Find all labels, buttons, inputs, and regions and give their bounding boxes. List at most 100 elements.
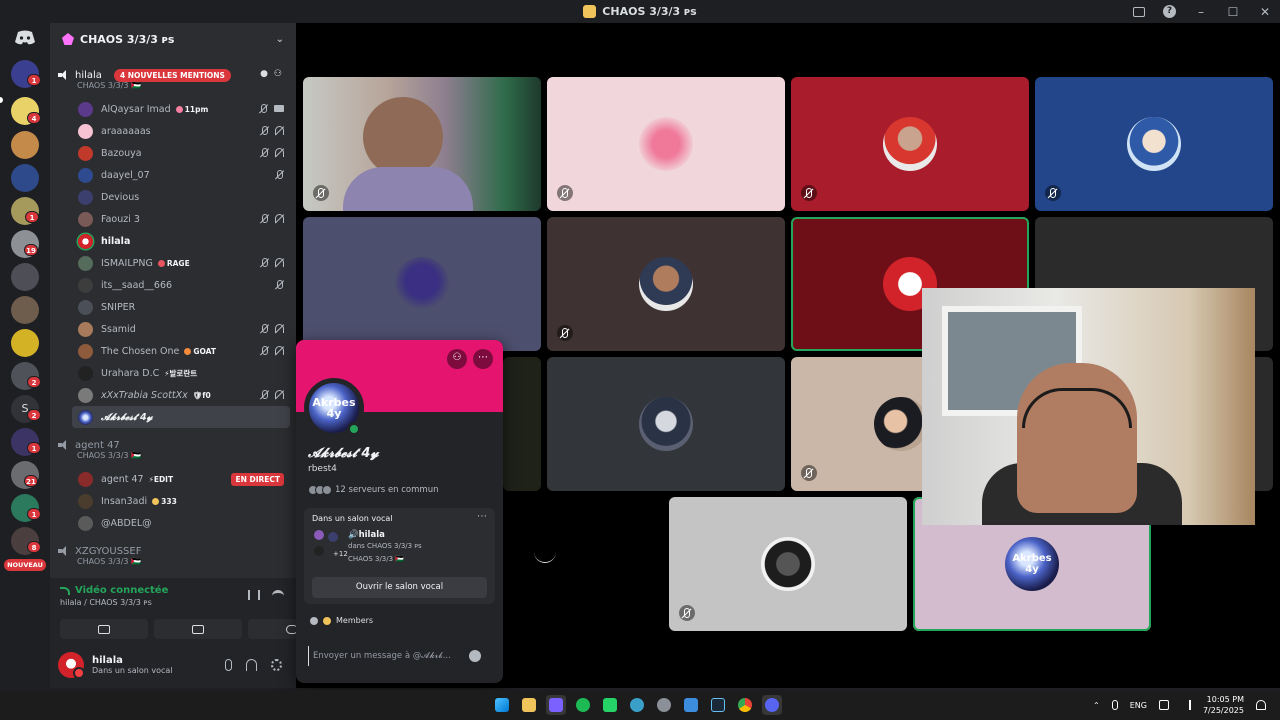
chrome-icon[interactable]	[735, 695, 755, 715]
voice-member[interactable]: ISMAILPNG RAGE	[78, 252, 290, 274]
more-options-icon[interactable]: ⋯	[473, 349, 493, 369]
self-camera-preview[interactable]	[922, 288, 1255, 525]
mic-muted-icon	[260, 390, 269, 399]
volume-icon[interactable]	[1181, 700, 1191, 710]
avatar	[78, 189, 93, 205]
disconnect-icon[interactable]	[272, 590, 284, 600]
video-tile[interactable]	[503, 357, 541, 491]
network-icon[interactable]	[1158, 700, 1169, 710]
video-tile[interactable]	[669, 497, 907, 631]
browser-icon[interactable]	[627, 695, 647, 715]
speaker-icon	[58, 440, 69, 450]
inbox-icon[interactable]	[1133, 6, 1145, 17]
new-servers-badge[interactable]: NOUVEAU	[4, 559, 46, 571]
open-voice-channel-button[interactable]: Ouvrir le salon vocal	[312, 577, 487, 598]
server-icon[interactable]	[11, 263, 39, 291]
voice-member[interactable]: Urahara D.C ⚡발로란트	[78, 362, 290, 384]
chevron-down-icon[interactable]: ⌄	[276, 34, 284, 45]
minimize-button[interactable]: –	[1194, 5, 1208, 19]
settings-icon[interactable]	[654, 695, 674, 715]
help-icon[interactable]: ?	[1163, 5, 1176, 18]
video-tile[interactable]	[547, 357, 785, 491]
video-tile[interactable]	[1035, 77, 1273, 211]
participant-video	[363, 97, 443, 177]
close-button[interactable]: ✕	[1258, 5, 1272, 19]
voice-channel-hilala[interactable]: hilala 4 NOUVELLES MENTIONS CHAOS 3/3/3 …	[58, 66, 290, 90]
video-tile[interactable]	[547, 77, 785, 211]
username[interactable]: rbest4	[308, 464, 337, 474]
mutual-servers[interactable]: 12 serveurs en commun	[308, 485, 438, 495]
more-options-icon[interactable]: ⋯	[477, 511, 487, 522]
signal-icon[interactable]	[60, 586, 70, 595]
server-icon[interactable]	[11, 296, 39, 324]
voice-member[interactable]: Devious	[78, 186, 290, 208]
server-icon[interactable]	[11, 131, 39, 159]
maximize-button[interactable]: ☐	[1226, 5, 1240, 19]
video-tile[interactable]	[791, 77, 1029, 211]
chat-icon[interactable]: ●	[260, 69, 268, 79]
windows-taskbar: ⌃ ENG 10:05 PM 7/25/2025	[0, 690, 1280, 720]
voice-member[interactable]: AlQaysar Imad 11pm	[78, 98, 290, 120]
language-indicator[interactable]: ENG	[1130, 701, 1147, 710]
steam-icon[interactable]	[708, 695, 728, 715]
voice-member[interactable]: SNIPER	[78, 296, 290, 318]
voice-channel-agent-47[interactable]: agent 47 CHAOS 3/3/3 🇵🇸	[58, 436, 290, 460]
voice-member[interactable]: Faouzi 3	[78, 208, 290, 230]
video-tile[interactable]	[303, 77, 541, 211]
speaker-icon	[58, 70, 69, 80]
mic-muted-icon	[801, 185, 817, 201]
new-mentions-pill[interactable]: 4 NOUVELLES MENTIONS	[113, 68, 231, 82]
voice-member[interactable]: its__saad__666	[78, 274, 290, 296]
video-tile[interactable]	[547, 217, 785, 351]
voice-member[interactable]: @ABDEL@	[78, 512, 290, 534]
discord-window: CHAOS 3/3/3 ᴘs ? – ☐ ✕ 1 4 1 19 2 S 2 1 …	[0, 0, 1280, 720]
server-icon[interactable]	[11, 329, 39, 357]
settings-gear-icon[interactable]	[271, 659, 282, 671]
add-friend-icon[interactable]: ⚇	[447, 349, 467, 369]
server-rail: 1 4 1 19 2 S 2 1 21 1 8 NOUVEAU	[0, 23, 50, 688]
voice-member[interactable]: The Chosen One GOAT	[78, 340, 290, 362]
voice-channel-xzgyoussef[interactable]: XZGYOUSSEF CHAOS 3/3/3 🇵🇸	[58, 542, 290, 566]
notification-bell-icon[interactable]	[1256, 700, 1266, 710]
file-explorer-icon[interactable]	[519, 695, 539, 715]
direct-message-input[interactable]: Envoyer un message à @𝓐𝓴𝓻𝓫...	[308, 646, 491, 666]
start-button[interactable]	[492, 695, 512, 715]
server-icon[interactable]	[11, 164, 39, 192]
noise-suppression-icon[interactable]	[248, 590, 260, 600]
screen-share-button[interactable]	[154, 619, 242, 639]
discord-taskbar-icon[interactable]	[762, 695, 782, 715]
discord-home-icon[interactable]	[14, 30, 36, 46]
whatsapp-icon[interactable]	[600, 695, 620, 715]
microphone-icon[interactable]	[225, 659, 232, 671]
mic-muted-icon	[679, 605, 695, 621]
voice-member-selected[interactable]: 𝓐𝓴𝓻𝓫𝓮𝓼𝓽 4𝔂	[72, 406, 290, 428]
voice-status[interactable]: Vidéo connectée	[75, 585, 168, 596]
extra-members-count: +12	[333, 550, 348, 558]
server-header[interactable]: CHAOS 3/3/3 ᴘs ⌄	[50, 23, 296, 55]
voice-member[interactable]: araaaaaas	[78, 120, 290, 142]
voice-member[interactable]: Insan3adi 333	[78, 490, 290, 512]
voice-member[interactable]: hilala	[78, 230, 290, 252]
microphone-tray-icon[interactable]	[1111, 700, 1118, 710]
voice-channel-name: XZGYOUSSEF	[75, 545, 142, 557]
headphones-icon[interactable]	[246, 659, 257, 671]
mic-muted-icon	[259, 104, 268, 113]
emoji-icon[interactable]	[469, 650, 481, 662]
video-tile[interactable]	[303, 217, 541, 351]
voice-member[interactable]: xXxTrabia ScottXx 🛡f0	[78, 384, 290, 406]
spotify-icon[interactable]	[573, 695, 593, 715]
camera-off-button[interactable]	[60, 619, 148, 639]
role-dot	[310, 616, 318, 625]
taskview-icon[interactable]	[546, 695, 566, 715]
avatar: Akrbes 4y	[1005, 537, 1059, 591]
invite-icon[interactable]: ⚇	[274, 69, 282, 79]
voice-member[interactable]: Ssamid	[78, 318, 290, 340]
avatar[interactable]	[58, 652, 85, 679]
vpn-icon[interactable]	[681, 695, 701, 715]
voice-member[interactable]: Bazouya	[78, 142, 290, 164]
voice-member[interactable]: daayel_07	[78, 164, 290, 186]
system-clock[interactable]: 10:05 PM 7/25/2025	[1203, 694, 1244, 716]
voice-member[interactable]: agent 47 ⚡EDIT EN DIRECT	[78, 468, 290, 490]
chevron-up-icon[interactable]: ⌃	[1093, 701, 1100, 710]
channel-sidebar: CHAOS 3/3/3 ᴘs ⌄ hilala 4 NOUVELLES MENT…	[50, 23, 336, 688]
